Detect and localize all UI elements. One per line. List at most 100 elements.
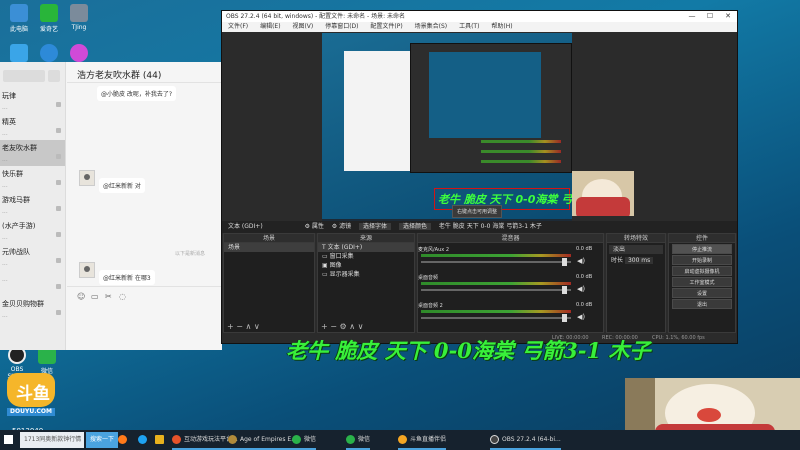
list-item[interactable]: 精英...: [0, 114, 65, 140]
move-up-icon[interactable]: ∧: [349, 322, 355, 331]
taskbar-app-douyu[interactable]: 斗鱼直播伴侣: [398, 432, 447, 450]
list-item[interactable]: 快乐群...: [0, 166, 65, 192]
volume-knob[interactable]: [562, 286, 567, 294]
volume-knob[interactable]: [562, 258, 567, 266]
select-font-button[interactable]: 选择字体: [359, 223, 392, 230]
list-item[interactable]: 金贝贝购物群...: [0, 296, 65, 322]
start-recording-button[interactable]: 开始录制: [672, 255, 732, 265]
desktop-icon-wechat[interactable]: 微信: [32, 346, 62, 375]
add-icon[interactable]: [48, 70, 60, 82]
studio-mode-button[interactable]: 工作室模式: [672, 277, 732, 287]
close-icon[interactable]: ✕: [720, 11, 736, 22]
douyu-fish-icon: [7, 373, 55, 407]
start-button[interactable]: [4, 432, 16, 448]
panel-header: 混音器: [418, 234, 603, 243]
chat-bubble-icon[interactable]: ◌: [119, 292, 126, 301]
minimize-icon[interactable]: —: [684, 11, 700, 22]
list-item[interactable]: 游戏马群...: [0, 192, 65, 218]
menu-item-profile[interactable]: 配置文件(P): [370, 23, 402, 30]
speaker-icon[interactable]: ◀): [577, 313, 585, 321]
preview-nested-canvas: [429, 52, 541, 138]
volume-knob[interactable]: [562, 314, 567, 322]
menu-item-file[interactable]: 文件(F): [228, 23, 248, 30]
maximize-icon[interactable]: ☐: [702, 11, 718, 22]
app-icon: [70, 4, 88, 22]
mute-icon: [56, 284, 61, 289]
game-icon: [172, 435, 181, 444]
gear-icon[interactable]: ⚙: [340, 322, 347, 331]
monitor-icon: ▭: [322, 271, 330, 278]
preview-canvas[interactable]: 老牛 脆皮 天下 0-0海棠 弓箭3-1 木子 右键点击可用调整: [322, 33, 572, 228]
windows-icon: [4, 435, 13, 444]
move-down-icon[interactable]: ∨: [358, 322, 364, 331]
window-titlebar[interactable]: OBS 27.2.4 (64 bit, windows) - 配置文件: 未命名…: [222, 11, 737, 22]
list-item[interactable]: 元帅战队...: [0, 244, 65, 270]
stream-subtitle: 老牛 脆皮 天下 0-0海棠 弓箭3-1 木子: [286, 338, 651, 363]
desktop-icon-app-1[interactable]: [4, 44, 34, 64]
taskbar-app-edge[interactable]: [138, 432, 150, 448]
list-item-selected[interactable]: 老友吹水群...: [0, 140, 65, 166]
scene-item[interactable]: 场景: [224, 243, 314, 252]
filters-button[interactable]: ⚙ 滤镜: [332, 223, 351, 230]
preview-meter: [481, 150, 561, 153]
taskbar-app-wechat[interactable]: 微信: [292, 432, 317, 450]
avatar[interactable]: [79, 170, 95, 186]
menu-item-view[interactable]: 视图(V): [292, 23, 313, 30]
search-button[interactable]: 搜索一下: [86, 432, 119, 448]
desktop-icon-this-pc[interactable]: 此电脑: [4, 4, 34, 33]
emoji-icon[interactable]: ☺: [77, 292, 85, 301]
volume-meter: [421, 310, 571, 313]
source-item[interactable]: ▭ 显示器采集: [318, 270, 414, 279]
list-item[interactable]: ...: [0, 270, 65, 296]
scissors-icon[interactable]: ✂: [105, 292, 112, 301]
search-input[interactable]: 1713同奥新款钟行情: [20, 432, 84, 448]
speaker-icon[interactable]: ◀): [577, 257, 585, 265]
settings-button[interactable]: 设置: [672, 288, 732, 298]
source-item[interactable]: ▣ 图像: [318, 261, 414, 270]
virtual-camera-button[interactable]: 启动虚拟摄像机: [672, 266, 732, 276]
menu-item-edit[interactable]: 编辑(E): [260, 23, 280, 30]
list-item[interactable]: 玩律...: [0, 88, 65, 114]
transition-select[interactable]: 淡出: [609, 245, 663, 254]
stop-streaming-button[interactable]: 停止推流: [672, 244, 732, 254]
speaker-icon[interactable]: ◀): [577, 285, 585, 293]
menu-item-scene-collection[interactable]: 场景集合(S): [415, 23, 448, 30]
add-icon[interactable]: +: [227, 322, 234, 331]
properties-button[interactable]: ⚙ 属性: [305, 223, 324, 230]
source-item[interactable]: T 文本 (GDI+): [318, 243, 414, 252]
duration-field[interactable]: 时长 300 ms: [607, 256, 665, 265]
volume-slider[interactable]: [421, 317, 571, 319]
source-item[interactable]: ▭ 窗口采集: [318, 252, 414, 261]
remove-icon[interactable]: −: [330, 322, 337, 331]
desktop-icon-app-2[interactable]: [34, 44, 64, 64]
menu-bar: 文件(F) 编辑(E) 视图(V) 停靠窗口(D) 配置文件(P) 场景集合(S…: [222, 22, 737, 32]
avatar[interactable]: [79, 262, 95, 278]
remove-icon[interactable]: −: [236, 322, 243, 331]
taskbar-app-wechat-2[interactable]: 微信: [346, 432, 371, 450]
mute-icon: [56, 128, 61, 133]
panel-footer: + − ⚙ ∧ ∨: [318, 321, 414, 332]
taskbar-app-obs[interactable]: OBS 27.2.4 (64-bi...: [490, 432, 561, 450]
move-up-icon[interactable]: ∧: [246, 322, 252, 331]
search-input[interactable]: [3, 70, 45, 82]
add-icon[interactable]: +: [321, 322, 328, 331]
wechat-conversation-list: 玩律... 精英... 老友吹水群... 快乐群... 游戏马群... (水产手…: [0, 62, 66, 350]
channel-db: 0.0 dB: [576, 246, 593, 252]
mute-icon: [56, 232, 61, 237]
volume-slider[interactable]: [421, 289, 571, 291]
menu-item-help[interactable]: 帮助(H): [491, 23, 512, 30]
desktop-icon-app-3[interactable]: [64, 44, 94, 64]
move-down-icon[interactable]: ∨: [254, 322, 260, 331]
taskbar-app-firefox[interactable]: [118, 432, 130, 448]
taskbar-app-folder[interactable]: [155, 432, 167, 448]
list-item[interactable]: (水产手游)...: [0, 218, 65, 244]
menu-item-tools[interactable]: 工具(T): [459, 23, 479, 30]
taskbar-app-age-of-empires[interactable]: Age of Empires E...: [228, 432, 297, 450]
menu-item-docks[interactable]: 停靠窗口(D): [325, 23, 358, 30]
select-color-button[interactable]: 选择颜色: [398, 223, 431, 230]
desktop-icon-tjing[interactable]: TJing: [64, 4, 94, 31]
folder-icon[interactable]: ▭: [91, 292, 99, 301]
desktop-icon-iqiyi[interactable]: 爱奇艺: [34, 4, 64, 33]
exit-button[interactable]: 退出: [672, 299, 732, 309]
volume-slider[interactable]: [421, 261, 571, 263]
